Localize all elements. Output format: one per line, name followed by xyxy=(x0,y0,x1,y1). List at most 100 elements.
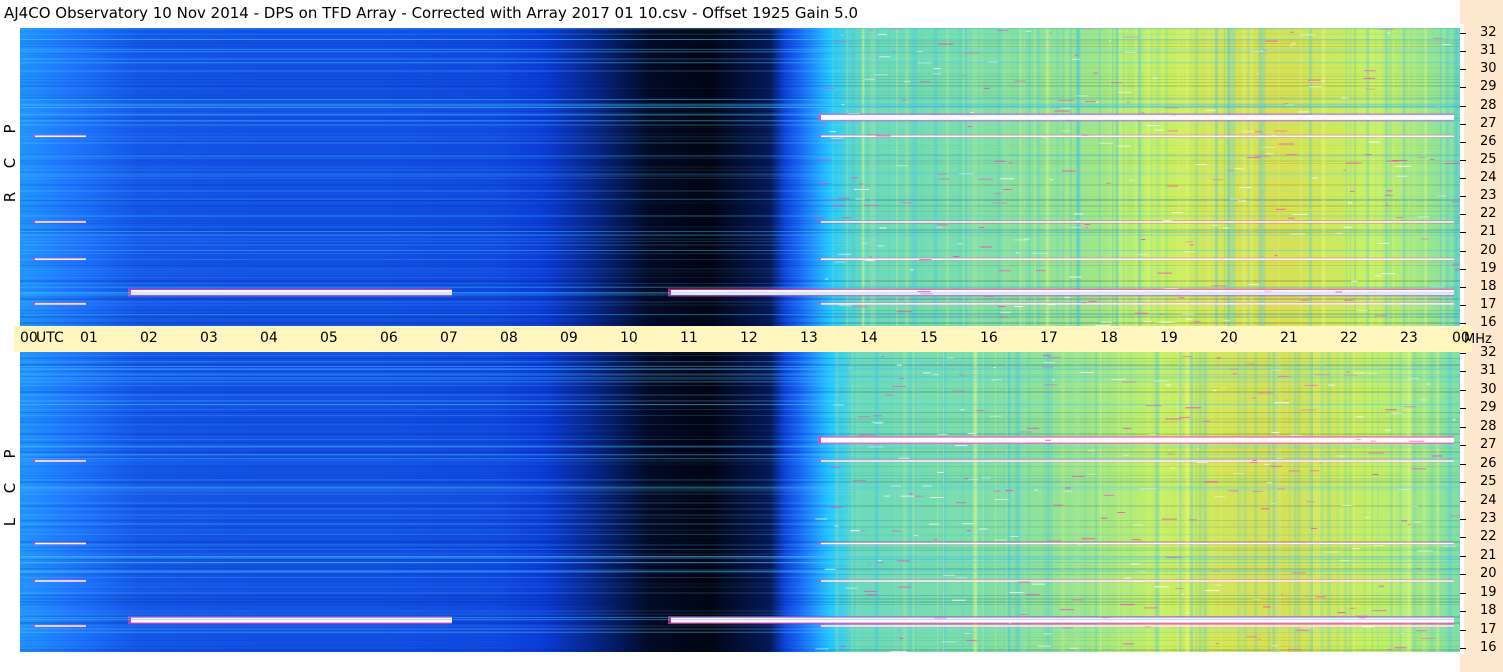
spectrogram-column xyxy=(1376,28,1379,326)
rfi-speckle xyxy=(1432,455,1443,457)
rfi-speckle xyxy=(1363,70,1376,72)
spectrogram-column xyxy=(1336,352,1340,652)
rfi-speckle xyxy=(1351,280,1358,282)
rfi-speckle xyxy=(892,530,902,532)
carrier-line xyxy=(20,107,1460,109)
rfi-speckle xyxy=(1386,32,1391,34)
rfi-speckle xyxy=(1411,468,1427,470)
utc-tick-label: 10 xyxy=(620,330,638,346)
spectrogram-column xyxy=(921,28,923,326)
carrier-line xyxy=(20,314,1460,316)
rfi-speckle xyxy=(1035,270,1046,272)
spectrogram-column xyxy=(1224,28,1226,326)
spectrogram-column xyxy=(1260,28,1264,326)
rfi-speckle xyxy=(980,246,993,248)
rfi-speckle xyxy=(1394,647,1407,649)
rfi-speckle xyxy=(1062,130,1072,132)
rfi-speckle xyxy=(1076,95,1089,97)
carrier-line xyxy=(20,294,1460,296)
spectrogram-column xyxy=(1448,352,1452,652)
rfi-speckle xyxy=(1407,524,1412,526)
frequency-tick xyxy=(1460,353,1466,354)
rfi-speckle xyxy=(1170,467,1175,469)
rfi-speckle xyxy=(1166,185,1179,187)
carrier-line xyxy=(20,479,1460,481)
carrier-line xyxy=(20,51,1460,53)
spectrogram-column xyxy=(1092,352,1094,652)
rfi-speckle xyxy=(899,637,904,639)
rfi-speckle xyxy=(1340,97,1348,99)
spectrogram-column xyxy=(1408,352,1412,652)
rfi-speckle xyxy=(1062,170,1076,172)
spectrogram-column xyxy=(1289,352,1291,652)
spectrogram-column xyxy=(1094,352,1098,652)
rfi-speckle xyxy=(983,295,994,297)
spectrogram-column xyxy=(1274,352,1279,652)
spectrogram-column xyxy=(1254,352,1258,652)
rfi-speckle xyxy=(1074,54,1078,56)
rfi-speckle xyxy=(1196,448,1200,450)
rfi-speckle xyxy=(1019,431,1032,433)
frequency-tick xyxy=(1460,159,1466,161)
spectrogram-column xyxy=(1344,352,1346,652)
spectrogram-column xyxy=(1240,352,1243,652)
rfi-speckle xyxy=(993,367,996,369)
spectrogram-column xyxy=(1195,28,1199,326)
frequency-tick xyxy=(1460,214,1466,216)
spectrogram-column xyxy=(1272,352,1275,652)
rfi-speckle xyxy=(1343,299,1354,301)
rfi-speckle xyxy=(892,385,907,387)
rfi-speckle xyxy=(1123,427,1132,429)
spectrogram-column xyxy=(1118,28,1123,326)
rfi-speckle xyxy=(1295,629,1309,631)
rfi-speckle xyxy=(1143,320,1152,322)
rfi-speckle xyxy=(1196,164,1208,166)
rfi-speckle xyxy=(922,485,932,487)
rfi-speckle xyxy=(885,394,894,396)
rfi-speckle xyxy=(1204,481,1218,483)
rfi-speckle xyxy=(966,639,977,641)
rfi-speckle xyxy=(883,495,891,497)
spectrogram-column xyxy=(958,28,962,326)
rfi-speckle xyxy=(1409,440,1425,442)
rfi-speckle xyxy=(1132,580,1142,582)
rfi-speckle xyxy=(941,641,957,643)
rfi-speckle xyxy=(1008,162,1013,164)
rfi-speckle xyxy=(1256,73,1260,75)
rfi-speckle xyxy=(1172,212,1184,214)
frequency-tick-label: 16 xyxy=(1480,315,1497,330)
carrier-line xyxy=(20,48,1460,50)
rfi-speckle xyxy=(1297,111,1309,113)
carrier-line xyxy=(20,556,1460,558)
rfi-speckle xyxy=(1457,217,1460,219)
rfi-speckle xyxy=(1441,545,1456,547)
rfi-speckle xyxy=(1215,643,1219,645)
frequency-tick xyxy=(1460,629,1466,631)
rfi-speckle xyxy=(1165,384,1172,386)
rfi-speckle xyxy=(831,137,845,139)
utc-tick-label: 09 xyxy=(560,330,578,346)
rfi-speckle xyxy=(1378,320,1382,322)
rfi-speckle xyxy=(874,422,883,424)
rfi-speckle xyxy=(1346,371,1350,373)
utc-tick-label: 17 xyxy=(1040,330,1058,346)
spectrogram-column xyxy=(908,352,913,652)
spectrogram-column xyxy=(933,28,938,326)
rfi-speckle xyxy=(825,278,829,280)
utc-tick-label: 07 xyxy=(440,330,458,346)
rfi-speckle xyxy=(1043,362,1055,364)
spectrogram-column xyxy=(851,352,854,652)
rfi-speckle xyxy=(929,497,944,499)
rfi-speckle xyxy=(979,528,988,530)
rfi-speckle xyxy=(1252,490,1264,492)
rfi-speckle xyxy=(851,177,859,179)
rfi-speckle xyxy=(1222,387,1226,389)
frequency-tick xyxy=(1460,87,1466,89)
rfi-speckle xyxy=(815,518,828,520)
spectrogram-column xyxy=(1028,28,1031,326)
rfi-speckle xyxy=(1146,125,1161,127)
rfi-speckle xyxy=(1426,383,1431,385)
spectrogram-column xyxy=(1408,28,1411,326)
rfi-speckle xyxy=(1045,439,1051,441)
spectrogram-column xyxy=(1210,28,1213,326)
